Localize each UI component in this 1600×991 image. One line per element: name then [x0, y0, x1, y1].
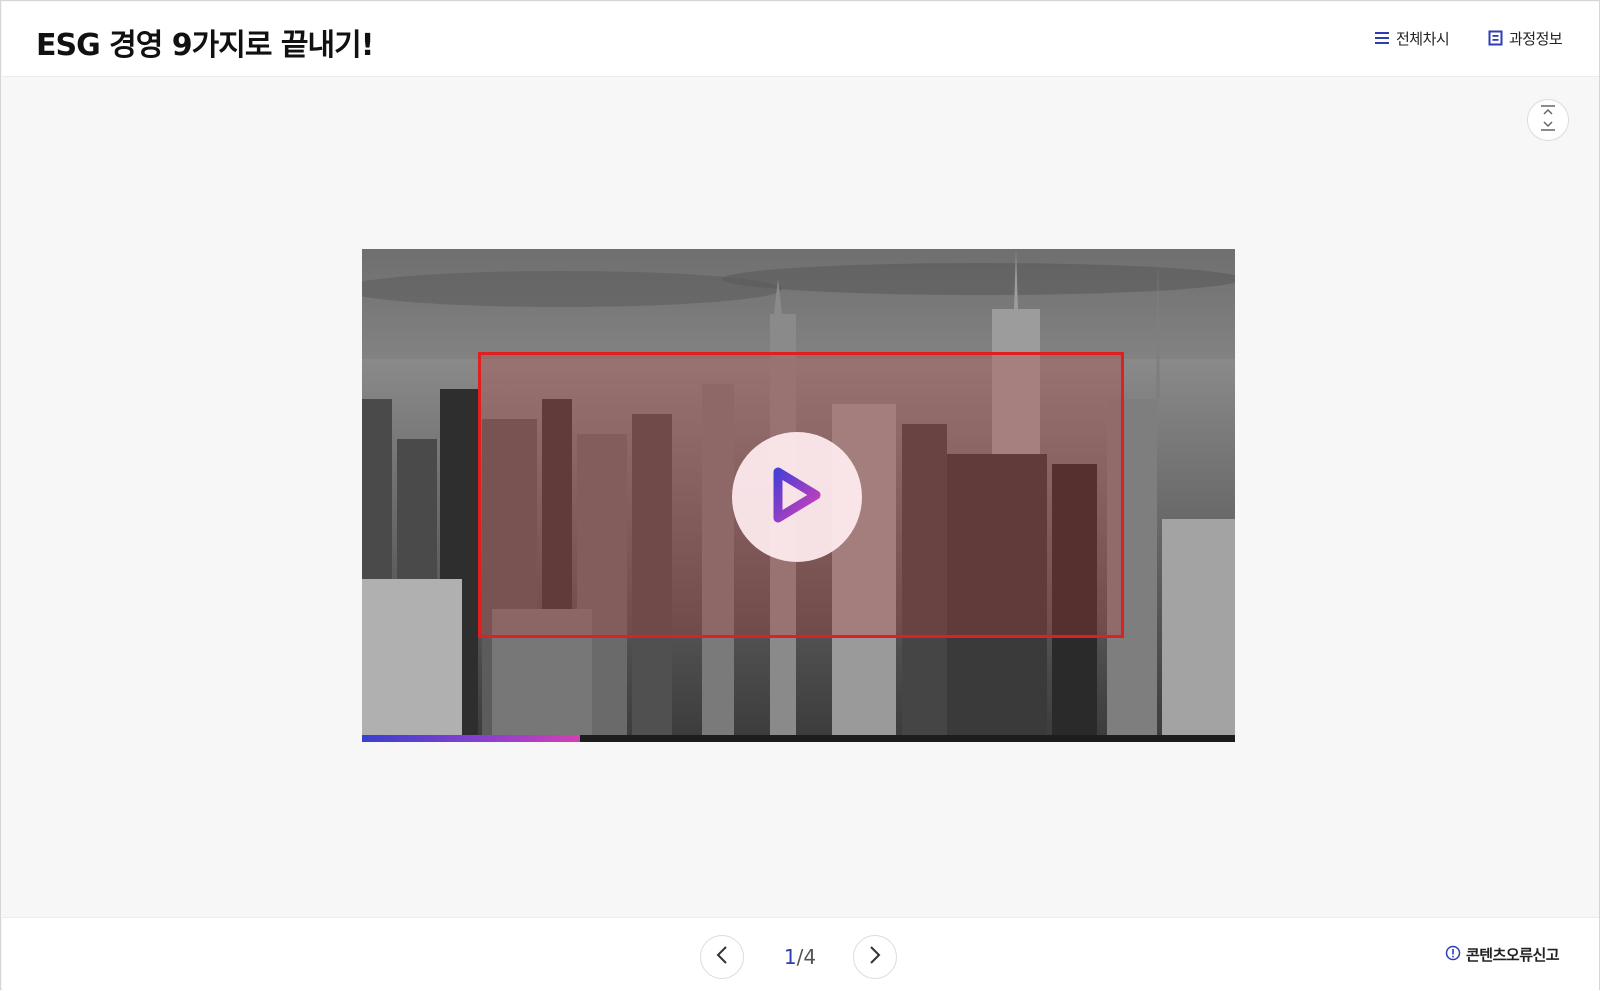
expand-collapse-button[interactable] — [1527, 99, 1569, 141]
page-indicator: 1/4 — [772, 945, 828, 969]
progress-bar[interactable] — [362, 735, 1235, 742]
play-icon — [768, 464, 826, 530]
document-icon — [1488, 30, 1503, 46]
list-icon — [1374, 31, 1390, 45]
video-player[interactable] — [362, 249, 1235, 742]
footer: 1/4 콘텐츠오류신고 — [2, 917, 1599, 991]
chevron-left-icon — [716, 945, 728, 969]
course-info-label: 과정정보 — [1509, 29, 1563, 48]
toc-label: 전체차시 — [1396, 29, 1450, 48]
page-title: ESG 경영 9가지로 끝내기! — [36, 28, 374, 63]
app-frame: ESG 경영 9가지로 끝내기! 전체차시 과정정보 1/4 콘텐츠오류신고 — [0, 0, 1600, 991]
chevron-right-icon — [869, 945, 881, 969]
report-error-label: 콘텐츠오류신고 — [1466, 946, 1560, 964]
total-pages: 4 — [803, 945, 817, 969]
course-info-button[interactable]: 과정정보 — [1488, 26, 1563, 50]
progress-fill — [362, 735, 581, 742]
info-circle-icon — [1445, 945, 1461, 965]
prev-page-button[interactable] — [700, 935, 744, 979]
next-page-button[interactable] — [853, 935, 897, 979]
play-button[interactable] — [732, 432, 862, 562]
header: ESG 경영 9가지로 끝내기! 전체차시 과정정보 — [2, 2, 1599, 77]
report-error-button[interactable]: 콘텐츠오류신고 — [1445, 944, 1560, 965]
expand-collapse-icon — [1538, 104, 1558, 136]
toc-button[interactable]: 전체차시 — [1374, 26, 1450, 50]
current-page: 1 — [783, 945, 797, 969]
